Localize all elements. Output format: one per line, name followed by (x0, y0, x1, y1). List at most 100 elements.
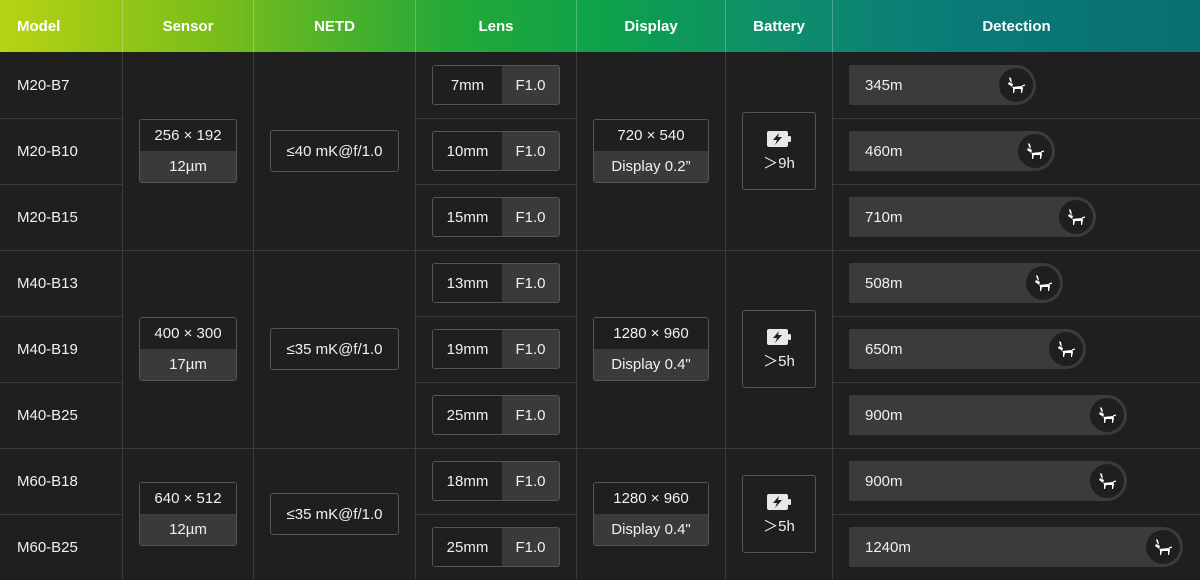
battery-spec: ＞9h (742, 112, 816, 190)
table-header: Model Sensor NETD Lens Display Battery D… (0, 0, 1200, 52)
sensor-pixel-pitch: 17µm (140, 349, 236, 380)
lens-spec: 10mm F1.0 (432, 131, 560, 171)
battery-life: ＞9h (763, 154, 795, 172)
lens-aperture: F1.0 (502, 66, 559, 104)
lens-focal-length: 15mm (433, 198, 502, 236)
detection-bar: 900m (849, 461, 1127, 501)
model-name: M40-B13 (17, 274, 78, 292)
battery-spec: ＞5h (742, 310, 816, 388)
lens-focal-length: 7mm (433, 66, 502, 104)
deer-icon (999, 68, 1033, 102)
model-name: M60-B25 (17, 538, 78, 556)
detection-range: 1240m (865, 538, 911, 556)
display-spec: 1280 × 960 Display 0.4" (593, 317, 709, 381)
row-divider (832, 382, 1200, 383)
detection-bar: 508m (849, 263, 1063, 303)
detection-range: 460m (865, 142, 903, 160)
display-spec: 1280 × 960 Display 0.4" (593, 482, 709, 546)
row-divider (832, 514, 1200, 515)
sensor-spec: 400 × 300 17µm (139, 317, 237, 381)
model-name: M20-B7 (17, 76, 70, 94)
lens-spec: 25mm F1.0 (432, 395, 560, 435)
lens-aperture: F1.0 (502, 528, 559, 566)
lens-aperture: F1.0 (502, 462, 559, 500)
display-resolution: 1280 × 960 (594, 483, 708, 514)
sensor-resolution: 640 × 512 (140, 483, 236, 514)
display-spec: 720 × 540 Display 0.2” (593, 119, 709, 183)
row-divider (832, 184, 1200, 185)
detection-bar: 460m (849, 131, 1055, 171)
deer-icon (1059, 200, 1093, 234)
detection-bar: 1240m (849, 527, 1183, 567)
model-name: M20-B15 (17, 208, 78, 226)
header-model: Model (17, 17, 61, 35)
netd-value: ≤35 mK@f/1.0 (270, 493, 399, 535)
sensor-resolution: 256 × 192 (140, 120, 236, 151)
column-divider (122, 52, 123, 580)
detection-bar: 710m (849, 197, 1096, 237)
lens-spec: 15mm F1.0 (432, 197, 560, 237)
sensor-pixel-pitch: 12µm (140, 514, 236, 545)
deer-icon (1090, 398, 1124, 432)
display-resolution: 1280 × 960 (594, 318, 708, 349)
header-display: Display (624, 17, 678, 35)
display-size: Display 0.4" (594, 349, 708, 380)
detection-range: 650m (865, 340, 903, 358)
lens-focal-length: 18mm (433, 462, 502, 500)
battery-life: ＞5h (763, 352, 795, 370)
deer-icon (1018, 134, 1052, 168)
lens-spec: 13mm F1.0 (432, 263, 560, 303)
lens-focal-length: 13mm (433, 264, 502, 302)
header-netd: NETD (314, 17, 355, 35)
display-size: Display 0.2” (594, 151, 708, 182)
spec-table: Model Sensor NETD Lens Display Battery D… (0, 0, 1200, 580)
detection-range: 345m (865, 76, 903, 94)
model-name: M40-B25 (17, 406, 78, 424)
lens-aperture: F1.0 (502, 264, 559, 302)
sensor-resolution: 400 × 300 (140, 318, 236, 349)
detection-range: 508m (865, 274, 903, 292)
battery-charging-icon (766, 130, 792, 148)
battery-charging-icon (766, 328, 792, 346)
lens-spec: 7mm F1.0 (432, 65, 560, 105)
sensor-pixel-pitch: 12µm (140, 151, 236, 182)
model-name: M40-B19 (17, 340, 78, 358)
deer-icon (1146, 530, 1180, 564)
row-divider (415, 184, 576, 185)
model-name: M20-B10 (17, 142, 78, 160)
column-divider (725, 52, 726, 580)
row-divider (415, 118, 576, 119)
lens-focal-length: 25mm (433, 396, 502, 434)
lens-spec: 18mm F1.0 (432, 461, 560, 501)
row-divider (415, 316, 576, 317)
column-divider (253, 52, 254, 580)
detection-range: 710m (865, 208, 903, 226)
display-resolution: 720 × 540 (594, 120, 708, 151)
lens-aperture: F1.0 (502, 330, 559, 368)
detection-bar: 900m (849, 395, 1127, 435)
netd-value: ≤35 mK@f/1.0 (270, 328, 399, 370)
battery-spec: ＞5h (742, 475, 816, 553)
lens-focal-length: 10mm (433, 132, 502, 170)
lens-focal-length: 25mm (433, 528, 502, 566)
detection-bar: 345m (849, 65, 1036, 105)
lens-aperture: F1.0 (502, 132, 559, 170)
header-lens: Lens (478, 17, 514, 35)
row-divider (832, 118, 1200, 119)
lens-spec: 19mm F1.0 (432, 329, 560, 369)
row-divider (415, 382, 576, 383)
row-divider (832, 316, 1200, 317)
model-name: M60-B18 (17, 472, 78, 490)
header-battery: Battery (753, 17, 805, 35)
battery-life: ＞5h (763, 517, 795, 535)
deer-icon (1026, 266, 1060, 300)
lens-focal-length: 19mm (433, 330, 502, 368)
header-detection: Detection (982, 17, 1051, 35)
lens-aperture: F1.0 (502, 396, 559, 434)
lens-aperture: F1.0 (502, 198, 559, 236)
detection-range: 900m (865, 472, 903, 490)
header-sensor: Sensor (162, 17, 214, 35)
row-divider (0, 250, 1200, 251)
battery-charging-icon (766, 493, 792, 511)
deer-icon (1049, 332, 1083, 366)
